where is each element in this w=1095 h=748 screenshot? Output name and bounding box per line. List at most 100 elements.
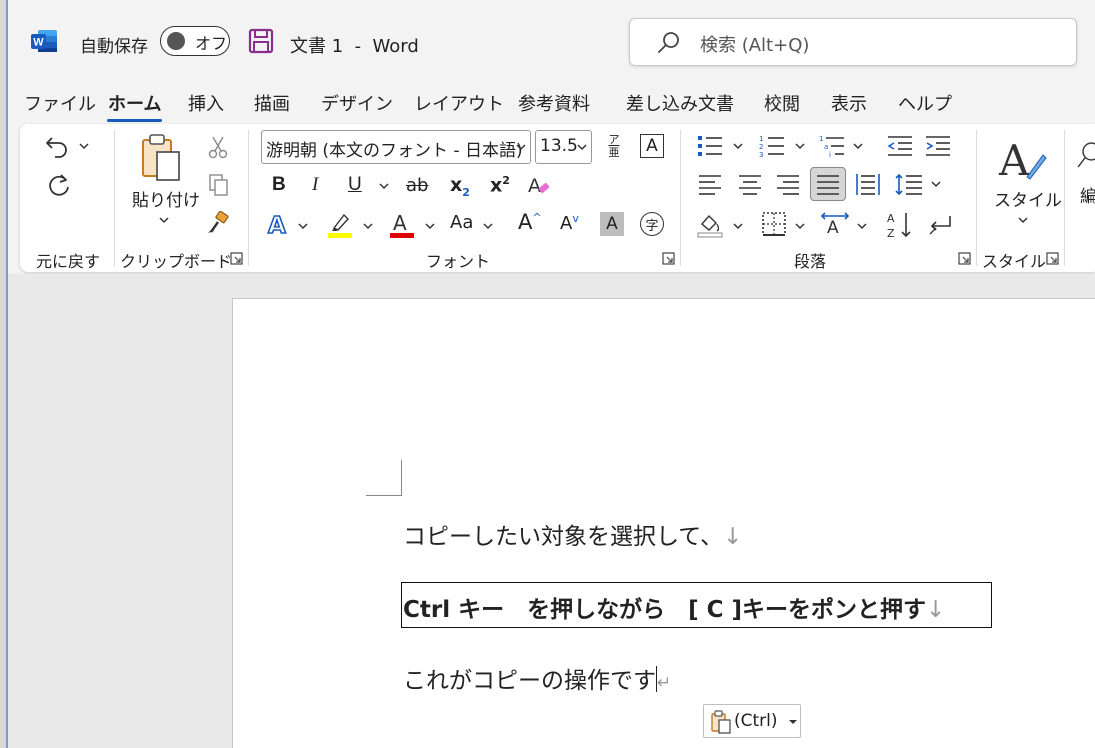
text-effects-dropdown-icon[interactable] <box>297 222 309 230</box>
numbering-icon[interactable]: 123 <box>758 132 786 160</box>
paragraph-2-text: キー を押しながら <box>450 597 689 623</box>
subscript-2: 2 <box>462 185 470 199</box>
change-case-dropdown-icon[interactable] <box>482 222 494 230</box>
show-formatting-marks-icon[interactable] <box>926 210 956 240</box>
undo-icon[interactable] <box>40 130 74 162</box>
styles-group-label: スタイル <box>982 252 1047 271</box>
underline-button[interactable]: U <box>348 174 362 196</box>
clipboard-launcher-icon[interactable] <box>230 252 243 265</box>
multilevel-list-icon[interactable]: 1ai <box>818 132 846 160</box>
align-center-icon[interactable] <box>736 170 764 198</box>
decrease-indent-icon[interactable] <box>886 132 914 160</box>
copy-icon[interactable] <box>206 172 230 198</box>
grow-font-button[interactable]: A^ <box>518 210 542 234</box>
highlight-dropdown-icon[interactable] <box>362 222 374 230</box>
bullets-dropdown-icon[interactable] <box>732 142 744 150</box>
save-icon[interactable] <box>248 28 274 54</box>
paste-options-button[interactable]: (Ctrl) <box>703 704 801 738</box>
svg-text:A: A <box>827 218 839 238</box>
ribbon-tabs: ファイル ホーム 挿入 描画 デザイン レイアウト 参考資料 差し込み文書 校閲… <box>8 86 1095 122</box>
tab-home[interactable]: ホーム <box>107 90 163 122</box>
multilevel-dropdown-icon[interactable] <box>852 142 864 150</box>
tab-layout[interactable]: レイアウト <box>414 90 504 116</box>
asian-layout-dropdown-icon[interactable] <box>856 222 868 230</box>
tab-insert[interactable]: 挿入 <box>188 90 224 116</box>
clear-formatting-icon[interactable]: A <box>524 172 554 200</box>
change-case-button[interactable]: Aa <box>450 212 473 233</box>
superscript-button[interactable]: x2 <box>490 174 510 196</box>
word-icon: W <box>30 28 58 54</box>
increase-indent-icon[interactable] <box>924 132 952 160</box>
tab-help[interactable]: ヘルプ <box>898 90 952 116</box>
shrink-font-button[interactable]: Av <box>560 212 579 234</box>
line-spacing-icon[interactable] <box>894 170 924 198</box>
search-icon <box>656 30 682 56</box>
shading-icon[interactable] <box>696 210 724 238</box>
align-right-icon[interactable] <box>774 170 802 198</box>
font-launcher-icon[interactable] <box>662 252 675 265</box>
align-left-icon[interactable] <box>696 170 724 198</box>
document-page[interactable]: コピーしたい対象を選択して、↓ Ctrl キー を押しながら [ C ]キーをポ… <box>232 298 1095 748</box>
search-box[interactable]: 検索 (Alt+Q) <box>629 18 1077 66</box>
editing-button-label[interactable]: 編 <box>1080 182 1095 207</box>
subscript-button[interactable]: x2 <box>450 174 470 199</box>
enclose-characters-button[interactable]: 字 <box>640 212 664 236</box>
strikethrough-button[interactable]: ab <box>406 175 428 196</box>
underline-dropdown-icon[interactable] <box>378 182 390 190</box>
shading-dropdown-icon[interactable] <box>732 222 744 230</box>
autosave-state: オフ <box>195 34 228 53</box>
justify-icon[interactable] <box>810 167 846 201</box>
bullets-icon[interactable] <box>696 132 724 160</box>
styles-dropdown-icon[interactable] <box>1017 216 1029 224</box>
font-size-box[interactable]: 13.5 <box>535 130 592 164</box>
font-size-dropdown-icon[interactable] <box>577 144 587 151</box>
undo-dropdown-icon[interactable] <box>78 142 90 150</box>
line-spacing-dropdown-icon[interactable] <box>930 180 942 188</box>
text-effects-icon[interactable]: A <box>266 210 290 238</box>
svg-text:A: A <box>393 211 407 235</box>
format-painter-icon[interactable] <box>206 210 230 236</box>
search-placeholder: 検索 (Alt+Q) <box>700 35 810 56</box>
find-icon[interactable] <box>1076 132 1095 178</box>
paste-label[interactable]: 貼り付け <box>132 186 200 211</box>
redo-icon[interactable] <box>42 170 76 202</box>
paragraph-3[interactable]: これがコピーの操作です↵ <box>403 661 671 695</box>
font-name-dropdown-icon[interactable] <box>516 144 526 151</box>
bold-button[interactable]: B <box>272 174 286 196</box>
autosave-toggle[interactable]: オフ <box>160 26 230 56</box>
phonetic-guide-button[interactable]: ア 亜 <box>602 130 626 162</box>
paste-icon[interactable] <box>138 132 186 182</box>
paragraph-2[interactable]: Ctrl キー を押しながら [ C ]キーをポンと押す↓ <box>403 590 945 624</box>
tab-references[interactable]: 参考資料 <box>518 90 590 116</box>
paste-dropdown-icon[interactable] <box>158 216 170 224</box>
paragraph-launcher-icon[interactable] <box>958 252 971 265</box>
styles-launcher-icon[interactable] <box>1046 252 1059 265</box>
highlight-color-icon[interactable] <box>326 210 354 238</box>
paste-options-icon <box>711 710 731 734</box>
ribbon: 元に戻す 貼り付け クリップボード 游明朝 (本文のフォント - 日本語) 13… <box>20 124 1095 272</box>
distributed-icon[interactable] <box>854 170 882 198</box>
tab-draw[interactable]: 描画 <box>254 90 290 116</box>
italic-button[interactable]: I <box>312 174 318 196</box>
tab-view[interactable]: 表示 <box>831 90 867 116</box>
svg-text:A: A <box>268 213 286 237</box>
tab-design[interactable]: デザイン <box>321 90 393 116</box>
styles-button-label[interactable]: スタイル <box>994 186 1062 211</box>
character-border-button[interactable]: A <box>640 134 664 158</box>
borders-dropdown-icon[interactable] <box>794 222 806 230</box>
character-shading-button[interactable]: A <box>600 212 624 236</box>
paste-options-label: (Ctrl) <box>734 711 778 731</box>
tab-file[interactable]: ファイル <box>24 90 96 116</box>
tab-review[interactable]: 校閲 <box>764 90 800 116</box>
sort-icon[interactable]: AZ <box>886 210 916 240</box>
font-name-box[interactable]: 游明朝 (本文のフォント - 日本語) <box>261 130 531 164</box>
font-color-icon[interactable]: A <box>388 210 416 238</box>
numbering-dropdown-icon[interactable] <box>794 142 806 150</box>
asian-layout-icon[interactable]: A <box>820 210 850 238</box>
cut-icon[interactable] <box>206 134 230 160</box>
styles-icon[interactable]: A <box>994 132 1048 186</box>
tab-mailings[interactable]: 差し込み文書 <box>626 90 734 116</box>
font-color-dropdown-icon[interactable] <box>424 222 436 230</box>
paragraph-1[interactable]: コピーしたい対象を選択して、↓ <box>403 517 742 551</box>
borders-icon[interactable] <box>760 210 788 238</box>
